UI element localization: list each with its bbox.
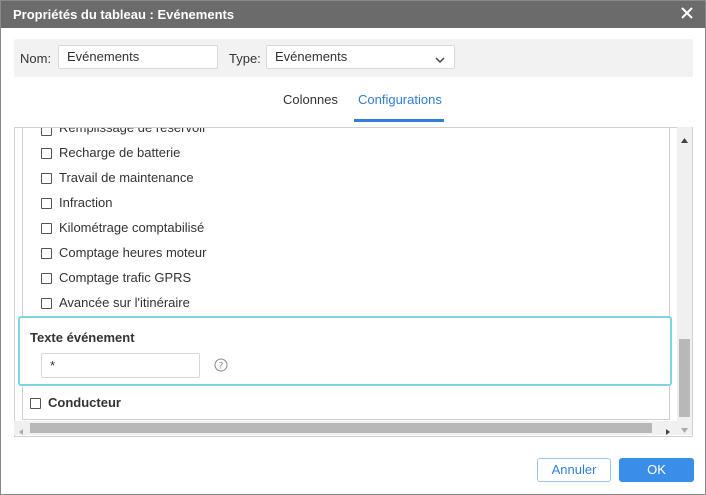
list-item-label: Kilométrage comptabilisé [59, 220, 205, 235]
vertical-scrollbar[interactable] [677, 127, 692, 435]
list-item-label: Avancée sur l'itinéraire [59, 295, 190, 310]
title-bar: Propriétés du tableau : Evénements [1, 1, 705, 28]
table-properties-dialog: Propriétés du tableau : Evénements Nom: … [0, 0, 706, 495]
svg-text:?: ? [219, 362, 224, 372]
properties-row: Nom: Evénements Type: Evénements [14, 39, 693, 77]
list-item-label: Comptage heures moteur [59, 245, 207, 260]
checkbox-battery-recharge[interactable] [41, 148, 52, 159]
tab-bar: Colonnes Configurations [1, 87, 705, 123]
checkbox-driver[interactable] [30, 398, 41, 409]
cancel-button[interactable]: Annuler [537, 458, 611, 482]
scroll-down-icon[interactable] [680, 423, 689, 433]
event-text-value: * [50, 358, 56, 373]
dialog-title: Propriétés du tableau : Evénements [13, 7, 235, 22]
scroll-right-icon[interactable] [664, 424, 672, 435]
type-select[interactable]: Evénements [266, 45, 455, 69]
scroll-left-icon[interactable] [17, 424, 25, 435]
checkbox-engine-hours[interactable] [41, 248, 52, 259]
type-value: Evénements [275, 49, 348, 64]
checkbox-maintenance[interactable] [41, 173, 52, 184]
event-text-input[interactable]: * [41, 353, 200, 378]
chevron-down-icon [434, 51, 446, 64]
checkbox-gprs-traffic[interactable] [41, 273, 52, 284]
event-text-title: Texte événement [30, 330, 135, 345]
list-item-label: Comptage trafic GPRS [59, 270, 192, 285]
active-tab-indicator [354, 119, 444, 122]
scroll-up-icon[interactable] [680, 133, 689, 143]
ok-button[interactable]: OK [619, 458, 694, 482]
horizontal-scrollbar[interactable] [14, 421, 678, 435]
event-text-section: Texte événement * ? [18, 316, 672, 386]
list-item-label: Infraction [59, 195, 113, 210]
checkbox-mileage[interactable] [41, 223, 52, 234]
driver-label: Conducteur [48, 395, 121, 410]
checkbox-refueling[interactable] [41, 128, 52, 136]
close-icon[interactable] [679, 5, 695, 21]
tab-configurations[interactable]: Configurations [358, 92, 442, 107]
configurations-panel: Remplissage de réservoir Recharge de bat… [14, 127, 693, 437]
type-label: Type: [229, 51, 261, 66]
list-item-label: Travail de maintenance [59, 170, 194, 185]
list-item-label: Recharge de batterie [59, 145, 181, 160]
name-input[interactable]: Evénements [58, 45, 218, 69]
tab-columns[interactable]: Colonnes [283, 92, 338, 107]
vertical-scroll-thumb[interactable] [679, 339, 690, 417]
name-value: Evénements [67, 49, 140, 64]
help-icon[interactable]: ? [214, 358, 228, 372]
list-item-label: Remplissage de réservoir [59, 127, 207, 135]
checkbox-route-progress[interactable] [41, 298, 52, 309]
name-label: Nom: [20, 51, 52, 66]
checkbox-infraction[interactable] [41, 198, 52, 209]
horizontal-scroll-thumb[interactable] [30, 423, 652, 433]
